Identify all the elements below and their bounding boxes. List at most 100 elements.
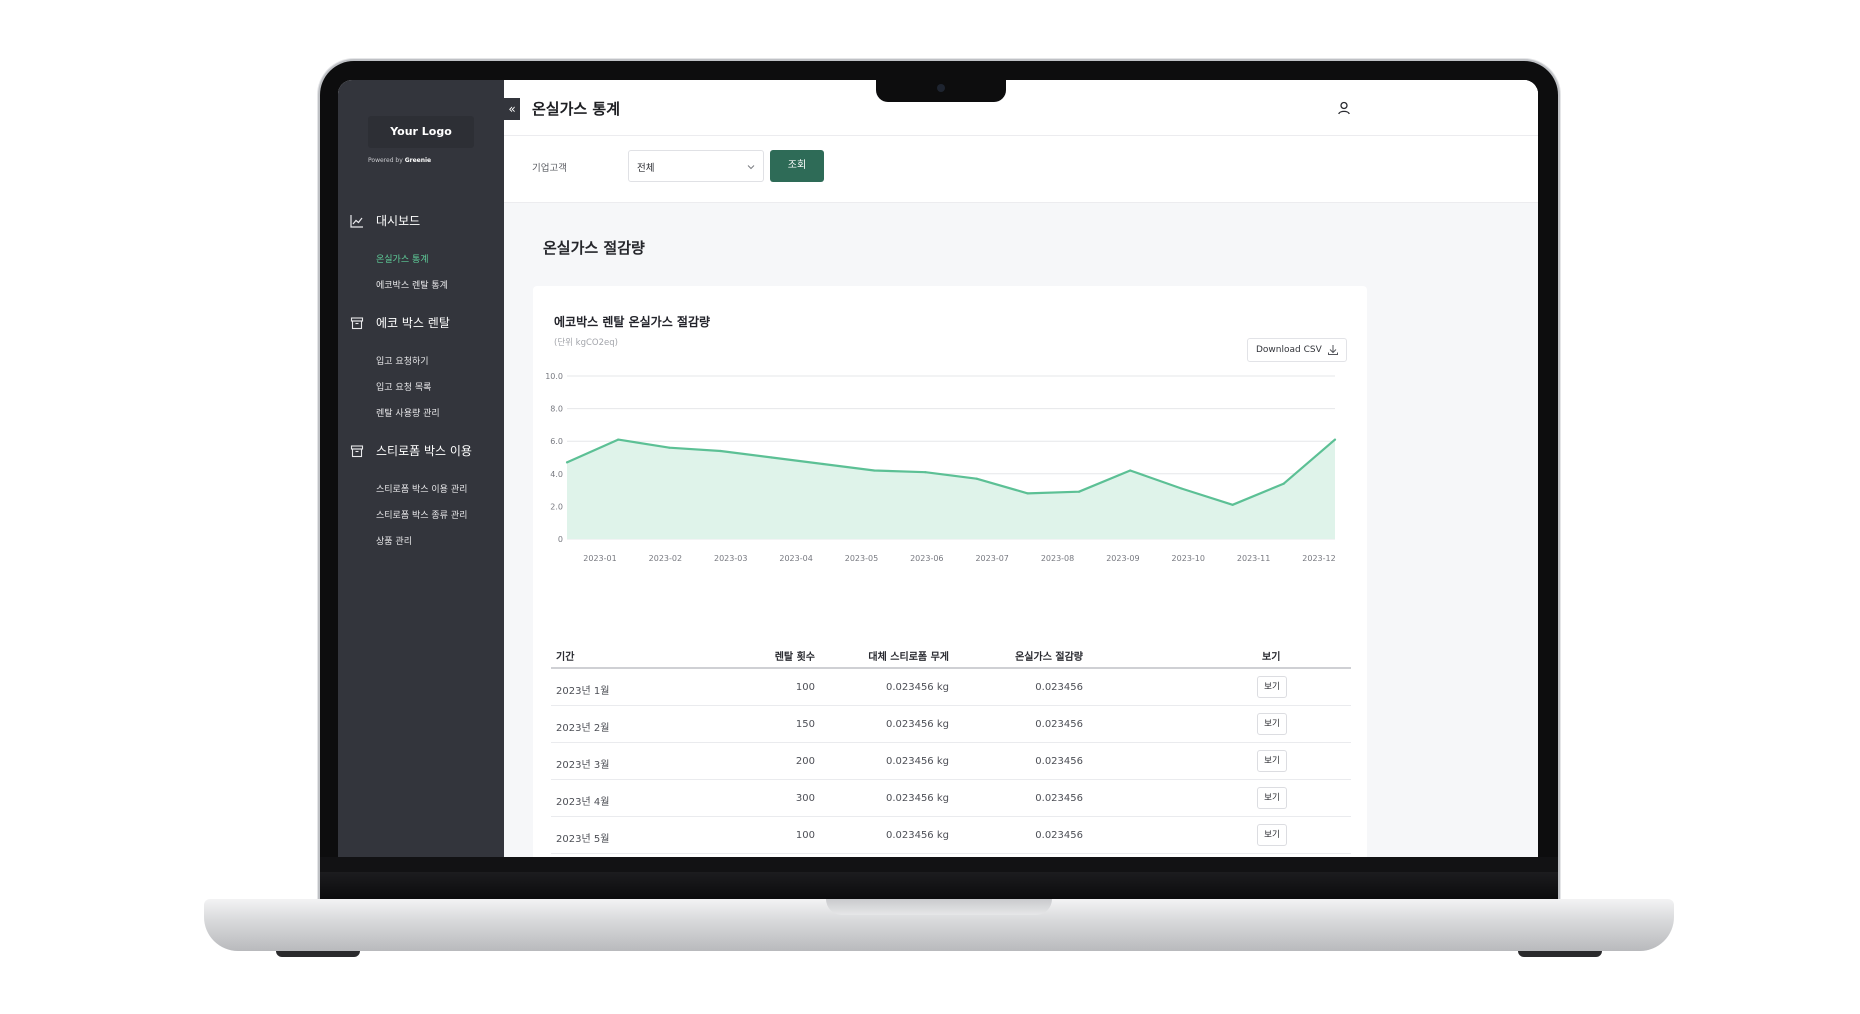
x-tick-label: 2023-07 [975,554,1008,563]
table-row: 2023년 4월 300 0.023456 kg 0.023456 보기 [551,780,1351,817]
sidebar: Your Logo Powered by Greenie 대시보드 온실가스 통… [338,80,504,857]
view-button[interactable]: 보기 [1257,787,1287,809]
download-csv-button[interactable]: Download CSV [1247,338,1347,362]
cell-count: 200 [795,756,815,767]
cell-weight: 0.023456 kg [885,682,949,693]
cell-period: 2023년 5월 [556,834,610,845]
y-tick-label: 4.0 [550,470,563,479]
laptop-foot-left [276,951,360,957]
nav-item-styrofoam-usage[interactable]: 스티로폼 박스 이용 관리 [376,482,467,495]
data-point [924,471,927,474]
stats-table: 기간 렌탈 횟수 대체 스티로폼 무게 온실가스 절감량 보기 2023년 1월… [551,640,1351,857]
th-saving: 온실가스 절감량 [1015,652,1083,663]
table-body: 2023년 1월 100 0.023456 kg 0.023456 보기 2023년 2월… [551,669,1351,857]
data-point [770,456,773,459]
powered-prefix: Powered by [368,157,403,164]
nav-item-products[interactable]: 상품 관리 [376,534,412,547]
x-tick-label: 2023-09 [1106,554,1139,563]
camera-notch [876,78,1006,102]
th-view: 보기 [1262,652,1281,663]
data-point [719,449,722,453]
camera-icon [937,84,945,92]
powered-brand: Greenie [404,157,432,164]
table-row: 2023년 1월 100 0.023456 kg 0.023456 보기 [551,669,1351,706]
chart-icon [350,214,363,228]
nav-group-styrofoam: 스티로폼 박스 이용 [350,442,472,459]
x-tick-label: 2023-01 [583,554,616,563]
x-tick-label: 2023-03 [714,554,747,563]
download-icon [1328,345,1338,355]
laptop-hinge [320,872,1558,900]
customer-select-value: 전체 [637,163,655,174]
x-tick-label: 2023-08 [1041,554,1074,563]
data-point [617,438,620,441]
cell-period: 2023년 3월 [556,760,610,771]
data-point [565,461,569,464]
table-row: 2023년 3월 200 0.023456 kg 0.023456 보기 [551,743,1351,780]
section-title: 온실가스 절감량 [543,239,645,257]
data-point [821,462,825,466]
nav-head-styrofoam[interactable]: 스티로폼 박스 이용 [350,442,472,459]
nav-item-ecobox-rental-stats[interactable]: 에코박스 렌탈 통계 [376,278,448,291]
data-point [1026,492,1029,495]
data-point [1282,482,1285,485]
th-count: 렌탈 횟수 [774,652,815,663]
nav-item-styrofoam-types[interactable]: 스티로폼 박스 종류 관리 [376,508,467,521]
y-tick-label: 0 [558,535,563,544]
th-weight: 대체 스티로폼 무게 [868,652,949,663]
nav-head-dashboard[interactable]: 대시보드 [350,212,420,229]
nav-head-label: 스티로폼 박스 이용 [376,444,472,458]
nav-item-rental-usage[interactable]: 렌탈 사용량 관리 [376,406,440,419]
download-csv-label: Download CSV [1256,345,1322,355]
cell-saving: 0.023456 [1035,682,1083,693]
nav-group-ecobox-rental: 에코 박스 렌탈 [350,314,450,331]
nav-item-inbound-list[interactable]: 입고 요청 목록 [376,380,431,393]
nav-head-ecobox-rental[interactable]: 에코 박스 렌탈 [350,314,450,331]
cell-saving: 0.023456 [1035,793,1083,804]
cell-period: 2023년 4월 [556,797,610,808]
powered-by: Powered by Greenie [368,157,431,164]
x-tick-label: 2023-11 [1237,554,1270,563]
y-tick-label: 10.0 [545,372,563,381]
search-button[interactable]: 조회 [770,150,824,182]
topbar: 온실가스 통계 [504,80,1538,136]
table-row: 2023년 6월1000.023456 kg0.023456보기 [551,854,1351,857]
nav-head-label: 대시보드 [376,214,421,228]
view-button[interactable]: 보기 [1257,824,1287,846]
data-point [1077,490,1081,493]
view-button[interactable]: 보기 [1257,676,1287,698]
view-button[interactable]: 보기 [1257,713,1287,735]
x-tick-label: 2023-12 [1302,554,1335,563]
chart-unit: (단위 kgCO2eq) [554,338,618,348]
cell-period: 2023년 1월 [556,686,610,697]
view-button[interactable]: 보기 [1257,750,1287,772]
cell-count: 100 [795,682,815,693]
box-icon [350,444,364,457]
user-icon[interactable] [1336,100,1352,116]
cell-weight: 0.023456 kg [885,830,949,841]
sidebar-collapse-button[interactable]: « [504,98,520,120]
nav-item-inbound-request[interactable]: 입고 요청하기 [376,354,429,367]
customer-select[interactable]: 전체 [628,150,764,182]
x-tick-label: 2023-10 [1172,554,1205,563]
series-area [567,439,1335,539]
logo[interactable]: Your Logo [368,116,474,148]
nav-item-ghg-stats[interactable]: 온실가스 통계 [376,252,429,265]
cell-count: 150 [795,719,815,730]
nav-group-dashboard: 대시보드 [350,212,420,229]
cell-saving: 0.023456 [1035,830,1083,841]
data-point [1333,438,1337,441]
table-row: 2023년 2월 150 0.023456 kg 0.023456 보기 [551,706,1351,743]
table-header: 기간 렌탈 횟수 대체 스티로폼 무게 온실가스 절감량 보기 [551,640,1351,669]
data-point [1129,469,1132,472]
laptop-lid-notch-cut [826,899,1052,915]
data-point [873,469,876,472]
chevron-down-icon [747,165,755,170]
laptop-foot-right [1518,951,1602,957]
x-tick-label: 2023-04 [779,554,812,563]
cell-saving: 0.023456 [1035,719,1083,730]
cell-saving: 0.023456 [1035,756,1083,767]
cell-weight: 0.023456 kg [885,719,949,730]
filter-label: 기업고객 [532,163,567,174]
x-tick-label: 2023-06 [910,554,943,563]
